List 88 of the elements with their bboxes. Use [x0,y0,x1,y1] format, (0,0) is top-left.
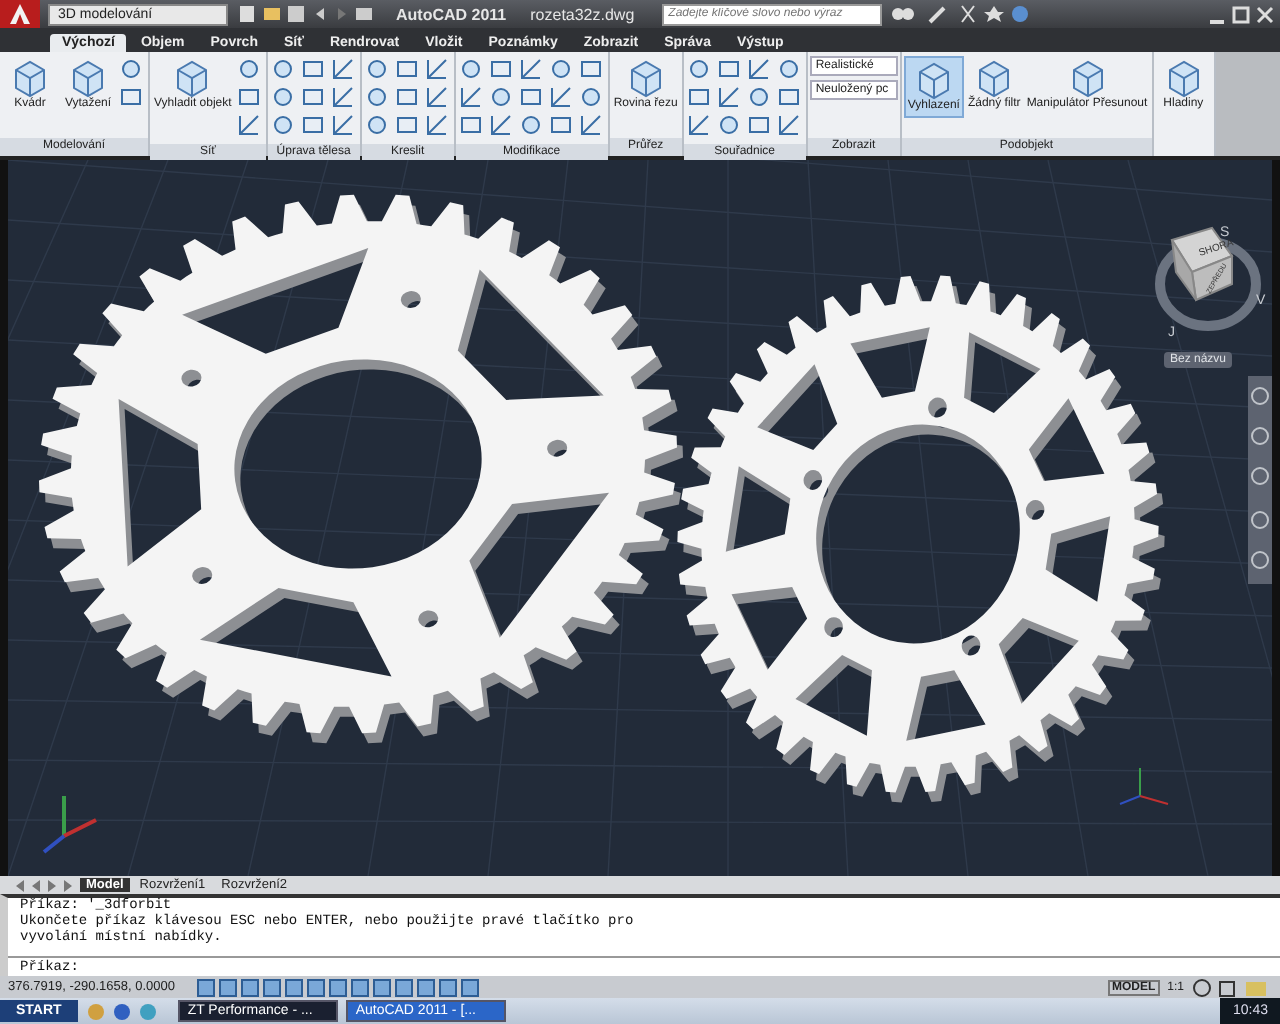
tool-button[interactable] [329,111,356,138]
status-toggle-icon[interactable] [240,977,260,998]
tool-button[interactable] [577,83,604,110]
tool-button[interactable] [363,83,390,110]
cube-icon [10,57,50,98]
tool-button[interactable] [745,55,772,82]
tool-button[interactable] [118,55,144,82]
tool-button[interactable] [517,83,544,110]
tool-button[interactable] [685,83,712,110]
tool-button[interactable] [299,55,326,82]
status-tray-icon[interactable] [1192,977,1272,998]
tool-button[interactable] [487,55,514,82]
tool-button[interactable] [547,83,574,110]
tool-button[interactable] [393,55,420,82]
tool-button[interactable] [547,111,574,138]
tool-button[interactable] [423,111,450,138]
cube-icon [172,57,213,98]
status-toggle-icon[interactable] [394,977,414,998]
tool-button[interactable] [487,111,514,138]
ucs-axis-icon [42,795,97,853]
status-toggle-icon[interactable] [262,977,282,998]
cube-icon [1067,57,1107,98]
tool-button[interactable] [685,111,712,138]
tool-button[interactable] [423,83,450,110]
tool-button[interactable] [269,83,296,110]
cube-icon [625,57,666,98]
tool-button[interactable] [685,55,712,82]
tool-button[interactable] [235,55,262,82]
tool-button[interactable] [363,111,390,138]
status-toggle-icon[interactable] [438,977,458,998]
maximize-icon[interactable] [1232,5,1250,23]
tool-button[interactable] [393,111,420,138]
cube-icon [913,59,954,100]
tool-button[interactable] [423,55,450,82]
navigation-tool-icon[interactable] [1251,466,1269,485]
file-name: rozeta32z.dwg [530,5,635,23]
status-toggle-icon[interactable] [416,977,436,998]
quick-access-toolbar-icon[interactable] [236,4,376,24]
tool-button[interactable] [329,83,356,110]
status-toggle-icon[interactable] [306,977,326,998]
tool-button[interactable] [577,55,604,82]
tool-button[interactable] [235,111,262,138]
close-icon[interactable] [1256,5,1274,23]
status-toggle-icon[interactable] [284,977,304,998]
tool-button[interactable] [269,55,296,82]
tool-button[interactable] [745,83,772,110]
tool-button[interactable] [715,83,742,110]
application-menu-button[interactable] [0,0,40,28]
tool-button[interactable] [393,83,420,110]
status-toggle-icon[interactable] [196,977,216,998]
tool-button[interactable] [457,111,484,138]
tool-button[interactable] [329,55,356,82]
navigation-tool-icon[interactable] [1251,426,1269,445]
tool-button[interactable] [577,111,604,138]
ribbon-empty-area [1215,51,1280,156]
tool-button[interactable] [547,55,574,82]
status-toggle-icon[interactable] [372,977,392,998]
tool-button[interactable] [517,111,544,138]
tool-button[interactable] [299,83,326,110]
tool-button[interactable] [745,111,772,138]
cube-icon [974,57,1015,98]
tool-button[interactable] [457,55,484,82]
tool-button[interactable] [363,55,390,82]
tab-navigation-icon[interactable] [12,877,76,894]
tool-button[interactable] [715,55,742,82]
tool-button[interactable] [715,111,742,138]
tool-button[interactable] [487,83,514,110]
tool-button[interactable] [775,111,802,138]
tool-button[interactable] [235,83,262,110]
ucs-axis-icon [1119,766,1169,805]
help-toolbar-icon[interactable] [890,4,1031,24]
tool-button[interactable] [775,83,802,110]
navigation-tool-icon[interactable] [1251,550,1269,569]
cube-icon [68,57,108,98]
status-toggle-icon[interactable] [350,977,370,998]
status-toggle-icon[interactable] [460,977,480,998]
tool-button[interactable] [299,111,326,138]
status-toggle-icon[interactable] [218,977,238,998]
navigation-tool-icon[interactable] [1251,386,1269,405]
status-toggle-icon[interactable] [328,977,348,998]
tool-button[interactable] [457,83,484,110]
tool-button[interactable] [269,111,296,138]
tool-button[interactable] [118,83,144,110]
tool-button[interactable] [775,55,802,82]
window-title: AutoCAD 2011 [396,5,507,23]
tool-button[interactable] [517,55,544,82]
navigation-tool-icon[interactable] [1251,510,1269,529]
cube-icon [1163,57,1204,98]
